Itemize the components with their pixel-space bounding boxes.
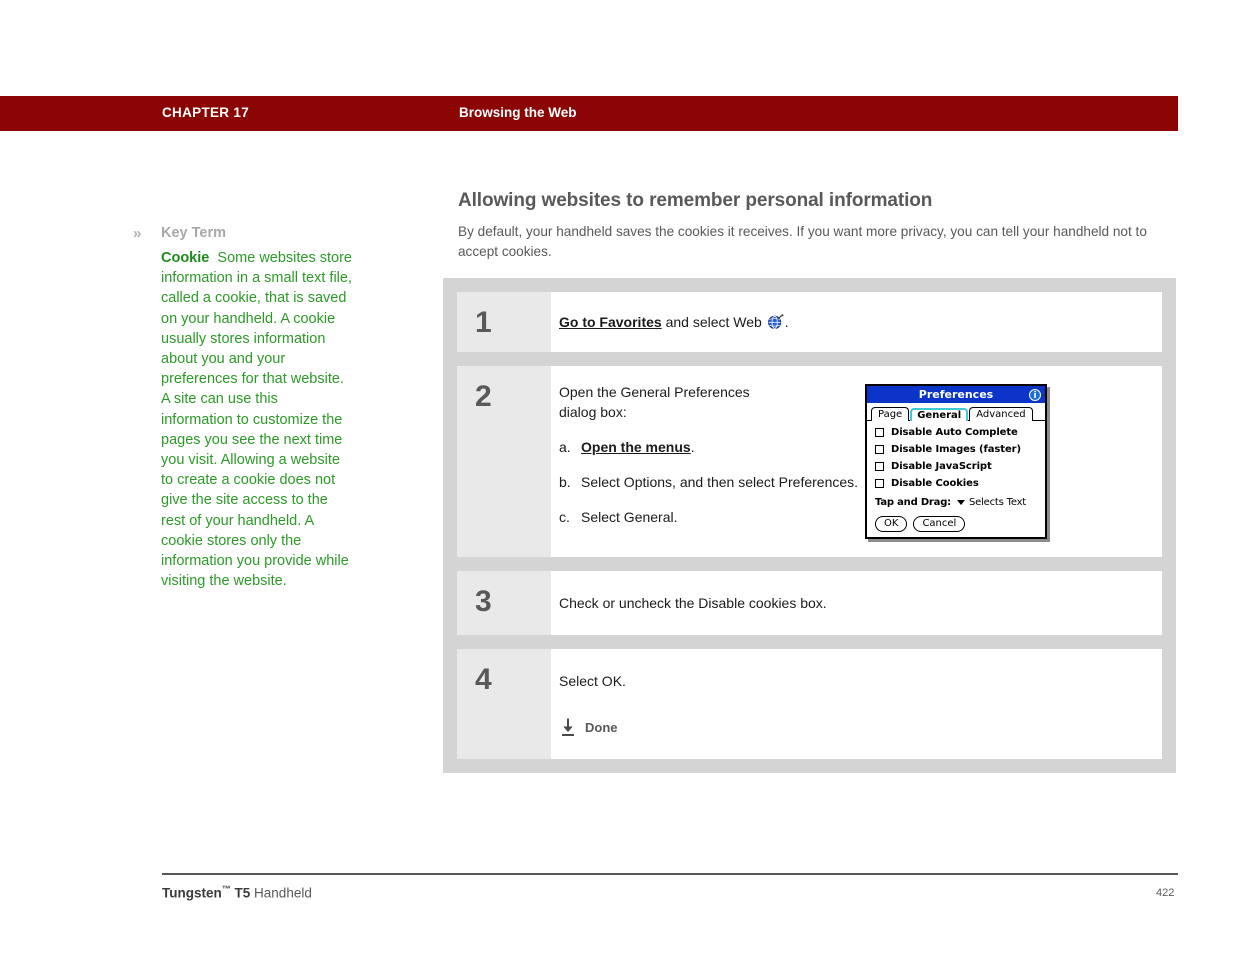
intro-paragraph: By default, your handheld saves the cook…	[458, 224, 1147, 259]
page-title: Allowing websites to remember personal i…	[458, 190, 933, 211]
step-1-text: Go to Favorites and select Web .	[559, 312, 1146, 332]
step-2-intro-line-1: Open the General Preferences	[559, 384, 750, 400]
step-2-intro-line-2: dialog box:	[559, 404, 627, 420]
disable-javascript-label: Disable JavaScript	[891, 461, 992, 472]
tab-advanced[interactable]: Advanced	[969, 407, 1033, 421]
key-term-definition-block: Cookie Some websites store information i…	[161, 248, 353, 591]
preferences-title: Preferences	[918, 388, 994, 401]
substep-text: Open the menus.	[581, 438, 859, 457]
substep-text: Select Options, and then select Preferen…	[581, 474, 859, 490]
substep-text: Select General.	[581, 509, 678, 525]
preferences-tabs: Page General Advanced	[867, 403, 1045, 421]
trademark-icon: ™	[221, 884, 231, 894]
disable-images-label: Disable Images (faster)	[891, 444, 1021, 455]
down-arrow-icon	[559, 717, 577, 737]
key-term-word: Cookie	[161, 250, 210, 266]
preferences-dialog: Preferences i Page General Advanced Disa…	[865, 384, 1047, 539]
footer-divider	[162, 873, 1178, 875]
step-content: Check or uncheck the Disable cookies box…	[551, 571, 1162, 635]
preferences-body: Disable Auto Complete Disable Images (fa…	[867, 421, 1045, 537]
substep-b: b. Select Options, and then select Prefe…	[559, 473, 859, 492]
key-term-definition: Some websites store information in a sma…	[161, 250, 352, 590]
go-to-favorites-link[interactable]: Go to Favorites	[559, 314, 662, 330]
chapter-title: Browsing the Web	[459, 105, 577, 120]
step-content: Open the General Preferences dialog box:…	[551, 366, 1162, 557]
checkbox-row-javascript[interactable]: Disable JavaScript	[875, 461, 1037, 472]
chevron-down-icon[interactable]	[956, 500, 965, 505]
footer-model-name: T5	[234, 885, 251, 901]
cancel-button[interactable]: Cancel	[913, 516, 966, 532]
chapter-label: CHAPTER 17	[162, 105, 250, 120]
tap-and-drag-label: Tap and Drag:	[875, 497, 951, 508]
disable-auto-complete-checkbox[interactable]	[875, 428, 884, 437]
step-number: 1	[457, 292, 551, 352]
step-content: Go to Favorites and select Web .	[551, 292, 1162, 352]
done-indicator: Done	[559, 717, 1146, 737]
step-number: 2	[457, 366, 551, 557]
step-2-instructions: Open the General Preferences dialog box:…	[559, 382, 859, 539]
step-2-substep-list: a. Open the menus. b. Select Options, an…	[559, 438, 859, 527]
disable-javascript-checkbox[interactable]	[875, 462, 884, 471]
key-term-title: Key Term	[161, 225, 227, 241]
substep-marker: b.	[559, 474, 571, 490]
substep-c: c. Select General.	[559, 508, 859, 527]
substep-a-suffix: .	[690, 439, 695, 455]
preferences-buttons: OK Cancel	[875, 516, 1037, 532]
footer-product-name: Tungsten™ T5 Handheld	[162, 884, 312, 901]
step-content: Select OK. Done	[551, 649, 1162, 759]
key-term-sidebar: » Key Term Cookie Some websites store in…	[133, 225, 358, 591]
page-number: 422	[1156, 887, 1175, 899]
open-the-menus-link[interactable]: Open the menus	[581, 439, 691, 455]
step-row: 4 Select OK. Done	[457, 649, 1162, 759]
step-1-text-after: and select Web	[661, 314, 766, 330]
step-row: 1 Go to Favorites and select Web .	[457, 292, 1162, 352]
chapter-header-bar: CHAPTER 17 Browsing the Web	[0, 96, 1178, 131]
disable-images-checkbox[interactable]	[875, 445, 884, 454]
info-icon[interactable]: i	[1029, 388, 1041, 401]
tap-and-drag-value[interactable]: Selects Text	[969, 497, 1026, 508]
tab-page[interactable]: Page	[871, 407, 910, 421]
preferences-titlebar: Preferences i	[867, 386, 1045, 403]
tap-and-drag-row[interactable]: Tap and Drag: Selects Text	[875, 497, 1037, 508]
substep-a: a. Open the menus.	[559, 438, 859, 457]
substep-marker: c.	[559, 509, 570, 525]
tab-general[interactable]: General	[910, 408, 969, 421]
step-3-text: Check or uncheck the Disable cookies box…	[559, 595, 827, 611]
disable-cookies-label: Disable Cookies	[891, 478, 979, 489]
step-number: 4	[457, 649, 551, 759]
step-4-text: Select OK.	[559, 673, 626, 689]
ok-button[interactable]: OK	[875, 516, 908, 532]
step-number: 3	[457, 571, 551, 635]
web-globe-icon	[767, 313, 784, 330]
steps-container: 1 Go to Favorites and select Web . 2 Ope…	[443, 278, 1176, 773]
checkbox-row-images[interactable]: Disable Images (faster)	[875, 444, 1037, 455]
footer-product: Handheld	[254, 885, 312, 901]
double-chevron-icon: »	[133, 225, 142, 242]
step-1-text-end: .	[784, 314, 789, 330]
disable-cookies-checkbox[interactable]	[875, 479, 884, 488]
footer-brand: Tungsten	[162, 885, 222, 901]
step-row: 2 Open the General Preferences dialog bo…	[457, 366, 1162, 557]
disable-auto-complete-label: Disable Auto Complete	[891, 427, 1018, 438]
key-term-header: » Key Term	[133, 225, 358, 247]
substep-marker: a.	[559, 439, 571, 455]
checkbox-row-cookies[interactable]: Disable Cookies	[875, 478, 1037, 489]
checkbox-row-auto-complete[interactable]: Disable Auto Complete	[875, 427, 1037, 438]
step-row: 3 Check or uncheck the Disable cookies b…	[457, 571, 1162, 635]
done-label: Done	[585, 719, 618, 735]
